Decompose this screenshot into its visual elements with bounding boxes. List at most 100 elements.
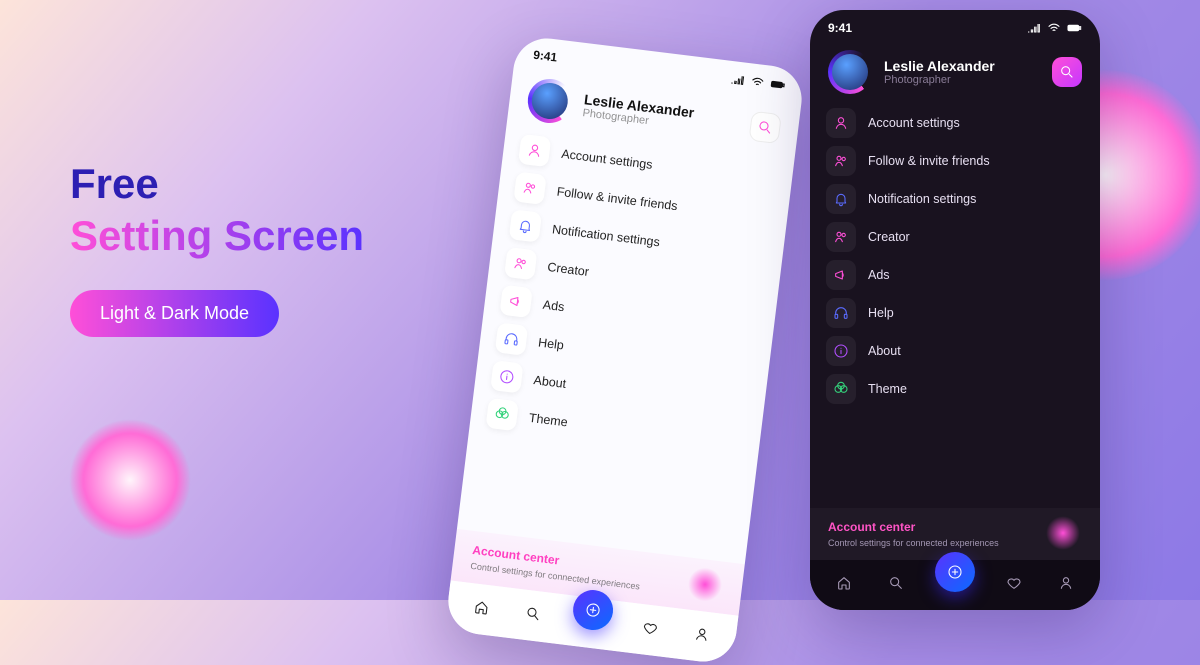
- nav-heart[interactable]: [1001, 570, 1027, 596]
- setting-item-bell[interactable]: Notification settings: [826, 184, 1084, 214]
- nav-heart[interactable]: [636, 614, 665, 643]
- setting-label: Notification settings: [868, 192, 976, 206]
- nav-search[interactable]: [883, 570, 909, 596]
- megaphone-icon: [833, 267, 849, 283]
- signal-icon: [729, 71, 747, 89]
- nav-add-button[interactable]: [935, 552, 975, 592]
- setting-label: Account settings: [868, 116, 960, 130]
- home-icon: [836, 575, 852, 591]
- profile-icon: [693, 626, 711, 644]
- mode-pill: Light & Dark Mode: [70, 290, 279, 337]
- setting-label: Notification settings: [551, 222, 660, 249]
- decorative-orb-small: [70, 420, 190, 540]
- setting-label: About: [533, 373, 567, 391]
- info-icon: [833, 343, 849, 359]
- bell-icon-tile: [509, 209, 542, 242]
- headline: Free Setting Screen Light & Dark Mode: [70, 160, 364, 337]
- user-icon: [526, 142, 544, 160]
- home-icon: [473, 599, 491, 617]
- nav-home[interactable]: [467, 593, 496, 622]
- wifi-icon: [1046, 20, 1062, 36]
- bottom-nav-dark: [810, 560, 1100, 610]
- palette-icon-tile: [826, 374, 856, 404]
- search-icon: [888, 575, 904, 591]
- users-icon-tile: [826, 222, 856, 252]
- headset-icon: [503, 330, 521, 348]
- add-icon: [584, 601, 602, 619]
- megaphone-icon-tile: [499, 285, 532, 318]
- setting-label: Follow & invite friends: [868, 154, 990, 168]
- headset-icon-tile: [826, 298, 856, 328]
- status-time: 9:41: [828, 21, 852, 35]
- signal-icon: [1026, 20, 1042, 36]
- status-indicators: [729, 71, 787, 94]
- megaphone-icon-tile: [826, 260, 856, 290]
- megaphone-icon: [507, 292, 525, 310]
- headline-line2: Setting Screen: [70, 212, 364, 260]
- profile-name: Leslie Alexander: [884, 58, 995, 74]
- wifi-icon: [749, 73, 767, 91]
- users-icon: [833, 153, 849, 169]
- phone-light: 9:41 Leslie Alexander Photographer Accou…: [445, 35, 806, 665]
- bell-icon: [516, 217, 534, 235]
- user-icon-tile: [826, 108, 856, 138]
- setting-label: Ads: [868, 268, 890, 282]
- setting-label: Creator: [868, 230, 910, 244]
- setting-label: Help: [537, 335, 564, 352]
- profile-icon: [1058, 575, 1074, 591]
- headset-icon: [833, 305, 849, 321]
- setting-item-info[interactable]: About: [826, 336, 1084, 366]
- nav-profile[interactable]: [687, 620, 716, 649]
- setting-item-users[interactable]: Follow & invite friends: [826, 146, 1084, 176]
- palette-icon: [493, 406, 511, 424]
- battery-icon: [769, 76, 787, 94]
- setting-label: Theme: [868, 382, 907, 396]
- search-button[interactable]: [1052, 57, 1082, 87]
- setting-item-users[interactable]: Creator: [826, 222, 1084, 252]
- profile-role: Photographer: [884, 74, 995, 86]
- users-icon: [521, 179, 539, 197]
- avatar[interactable]: [525, 76, 574, 125]
- phone-dark: 9:41 Leslie Alexander Photographer Accou…: [810, 10, 1100, 610]
- search-button[interactable]: [748, 111, 781, 144]
- bell-icon-tile: [826, 184, 856, 214]
- headline-line1: Free: [70, 160, 364, 208]
- nav-home[interactable]: [831, 570, 857, 596]
- search-icon: [1059, 64, 1075, 80]
- info-icon-tile: [826, 336, 856, 366]
- avatar[interactable]: [828, 50, 872, 94]
- users-icon-tile: [504, 247, 537, 280]
- statusbar: 9:41: [810, 10, 1100, 40]
- add-icon: [947, 564, 963, 580]
- settings-list-dark: Account settings Follow & invite friends N…: [810, 108, 1100, 508]
- profile-row: Leslie Alexander Photographer: [810, 40, 1100, 108]
- heart-icon: [641, 619, 659, 637]
- user-icon: [833, 115, 849, 131]
- users-icon: [512, 255, 530, 273]
- users-icon: [833, 229, 849, 245]
- search-icon: [524, 605, 542, 623]
- user-icon-tile: [518, 134, 551, 167]
- battery-icon: [1066, 20, 1082, 36]
- setting-label: Account settings: [561, 147, 654, 172]
- setting-item-user[interactable]: Account settings: [826, 108, 1084, 138]
- headset-icon-tile: [495, 322, 528, 355]
- account-center-title: Account center: [828, 520, 1082, 534]
- palette-icon: [833, 381, 849, 397]
- account-center-subtitle: Control settings for connected experienc…: [828, 538, 1082, 548]
- info-icon-tile: [490, 360, 523, 393]
- setting-item-palette[interactable]: Theme: [826, 374, 1084, 404]
- users-icon-tile: [826, 146, 856, 176]
- setting-item-headset[interactable]: Help: [826, 298, 1084, 328]
- nav-search[interactable]: [519, 599, 548, 628]
- nav-profile[interactable]: [1053, 570, 1079, 596]
- setting-label: Help: [868, 306, 894, 320]
- users-icon-tile: [513, 172, 546, 205]
- info-icon: [498, 368, 516, 386]
- setting-label: Creator: [547, 260, 590, 279]
- setting-label: About: [868, 344, 901, 358]
- status-indicators: [1026, 20, 1082, 36]
- palette-icon-tile: [486, 398, 519, 431]
- bell-icon: [833, 191, 849, 207]
- setting-item-megaphone[interactable]: Ads: [826, 260, 1084, 290]
